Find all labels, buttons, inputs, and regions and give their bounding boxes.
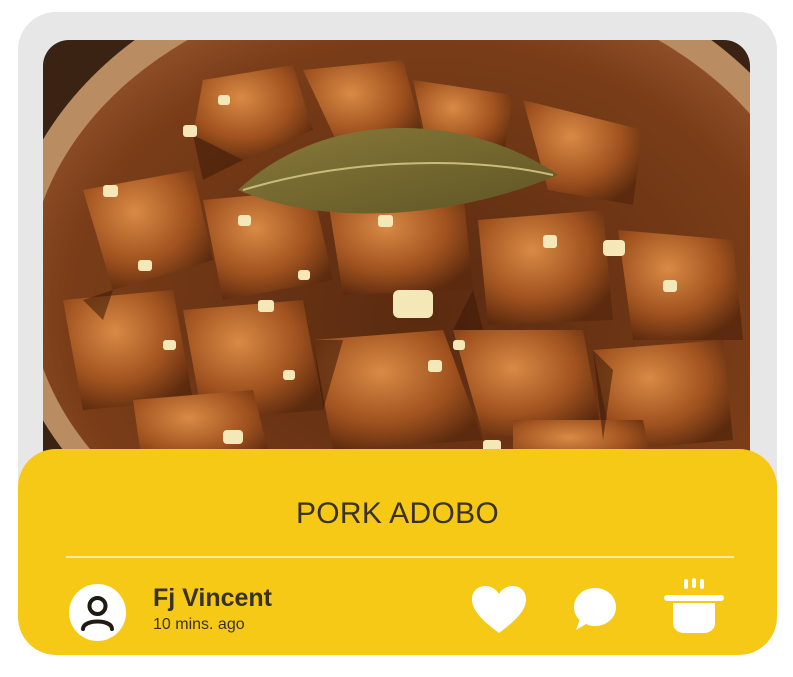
author-name[interactable]: Fj Vincent: [153, 583, 272, 613]
recipe-info-panel: PORK ADOBO Fj Vincent 10 mins. ago: [18, 449, 777, 655]
comment-button[interactable]: [572, 586, 618, 632]
recipe-photo: [43, 40, 750, 470]
recipe-title: PORK ADOBO: [295, 497, 500, 530]
speech-bubble-icon: [574, 588, 616, 630]
recipe-card[interactable]: PORK ADOBO Fj Vincent 10 mins. ago: [18, 12, 777, 655]
cook-button[interactable]: [663, 577, 725, 635]
cooking-pot-icon: [664, 578, 724, 633]
user-icon: [81, 596, 114, 631]
like-button[interactable]: [471, 585, 527, 635]
divider: [66, 556, 734, 558]
post-time: 10 mins. ago: [153, 616, 245, 633]
heart-icon: [472, 586, 526, 633]
author-avatar[interactable]: [69, 584, 126, 641]
